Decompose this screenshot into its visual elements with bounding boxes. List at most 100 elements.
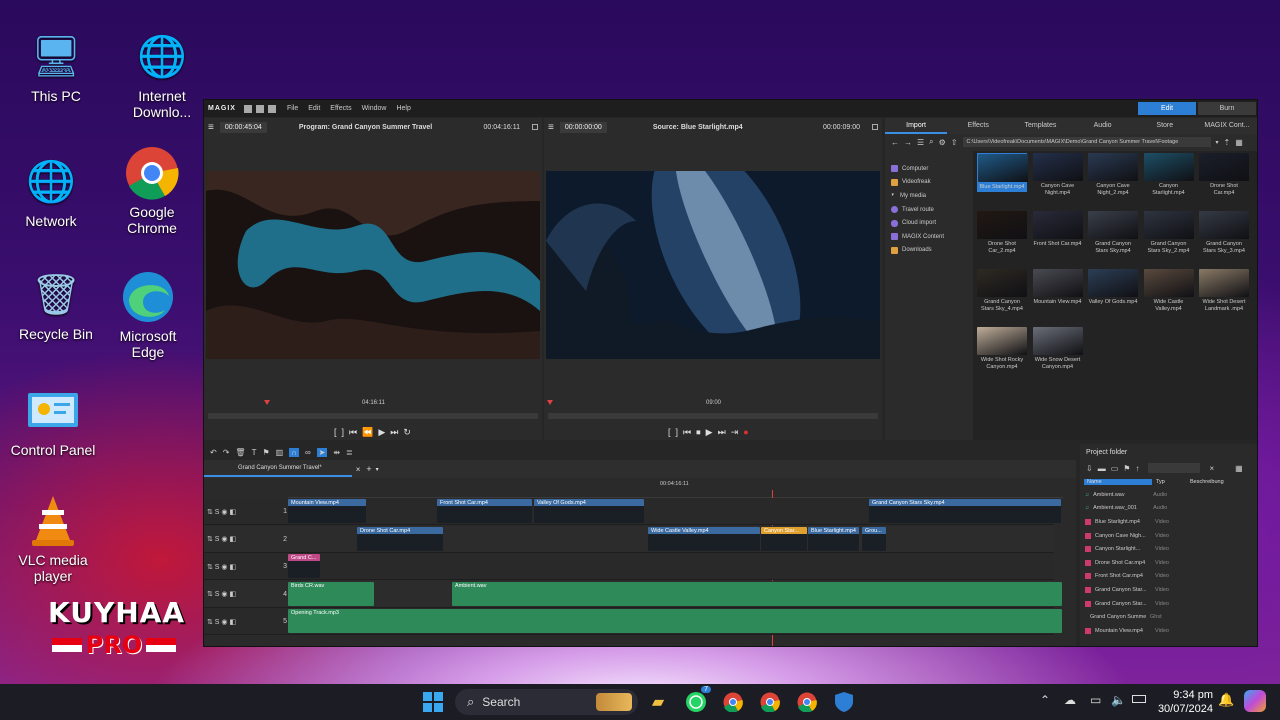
windows-start-icon[interactable]	[421, 690, 445, 714]
track-controls-icon[interactable]: ⇅ S ◉ ◧	[207, 508, 236, 516]
magnet-icon[interactable]: ∩	[289, 447, 299, 457]
save-file-icon[interactable]	[267, 104, 276, 113]
mark-out-icon[interactable]: ]	[342, 427, 345, 438]
track-header[interactable]: ⇅ S ◉ ◧ 4	[207, 581, 287, 608]
desktop-icon-microsoft-edge[interactable]: Microsoft Edge	[103, 270, 193, 360]
tab-templates[interactable]: Templates	[1009, 118, 1071, 134]
timeline-clip[interactable]: Grou...	[862, 526, 886, 551]
tree-item-downloads[interactable]: Downloads	[885, 244, 971, 258]
project-folder-row[interactable]: Drone Shot Car.mp4 Video	[1080, 556, 1257, 570]
undo-icon[interactable]: ↶	[210, 448, 217, 457]
track-header[interactable]: ⇅ S ◉ ◧ 2	[207, 526, 287, 553]
media-thumb[interactable]: Drone Shot Car_2.mp4	[977, 211, 1027, 255]
list-view-icon[interactable]: ☰	[917, 138, 924, 147]
col-name[interactable]: Name	[1084, 479, 1152, 485]
program-scrubber[interactable]	[208, 413, 538, 419]
mark-in-icon[interactable]: [	[668, 427, 671, 438]
hamburger-menu-icon[interactable]: ≡	[548, 122, 554, 133]
battery-icon[interactable]	[1132, 695, 1146, 703]
delete-icon[interactable]: 🗑	[235, 448, 245, 457]
tree-item-travel-route[interactable]: Travel route	[885, 203, 971, 217]
up-folder-icon[interactable]: ⇧	[951, 138, 958, 147]
project-folder-row[interactable]: Grand Canyon Summer ... Ghst	[1080, 610, 1257, 624]
project-folder-row[interactable]: Canyon Starlight... Video	[1080, 542, 1257, 556]
media-thumb[interactable]: Mountain View.mp4	[1032, 269, 1083, 306]
track-controls-icon[interactable]: ⇅ S ◉ ◧	[207, 618, 236, 626]
settings-gear-icon[interactable]: ⚙	[939, 138, 946, 147]
stop-icon[interactable]: ⏹	[696, 427, 701, 438]
close-tab-icon[interactable]: ×	[356, 465, 361, 474]
new-file-icon[interactable]	[243, 104, 252, 113]
clock[interactable]: 9:34 pm 30/07/2024	[1155, 688, 1213, 716]
menu-effects[interactable]: Effects	[325, 105, 356, 112]
chrome-profile-icon[interactable]	[758, 690, 782, 714]
source-scrubber[interactable]	[548, 413, 878, 419]
display-icon[interactable]: ▭	[1090, 693, 1101, 707]
media-thumb[interactable]: Canyon Cave Night.mp4	[1032, 153, 1083, 197]
desktop-icon-control-panel[interactable]: Control Panel	[8, 384, 98, 458]
show-hidden-icons-chevron[interactable]: ⌃	[1040, 693, 1050, 707]
clear-search-icon[interactable]: ×	[1209, 464, 1214, 473]
timeline-clip[interactable]: Drone Shot Car.mp4	[357, 526, 443, 551]
record-icon[interactable]: ●	[743, 427, 748, 438]
loop-icon[interactable]: ↻	[403, 427, 411, 438]
hamburger-menu-icon[interactable]: ≡	[208, 122, 214, 133]
col-type[interactable]: Typ	[1152, 479, 1186, 485]
mark-in-icon[interactable]: [	[334, 427, 337, 438]
taskbar-search-box[interactable]: ⌕ Search	[455, 689, 638, 715]
media-thumb[interactable]: Grand Canyon Stars Sky.mp4	[1088, 211, 1138, 255]
desktop-icon-this-pc[interactable]: 🖥 This PC	[11, 30, 101, 104]
play-icon[interactable]: ▶	[378, 427, 385, 438]
chrome-profile-2-icon[interactable]	[795, 690, 819, 714]
onedrive-cloud-icon[interactable]: ☁	[1064, 693, 1076, 707]
project-folder-row[interactable]: Blue Starlight.mp4 Video	[1080, 515, 1257, 529]
add-tab-icon[interactable]: +	[366, 464, 371, 474]
menu-file[interactable]: File	[282, 105, 303, 112]
rewind-icon[interactable]: ⏪	[362, 427, 373, 438]
tab-audio[interactable]: Audio	[1072, 118, 1134, 134]
mark-out-icon[interactable]: ]	[676, 427, 679, 438]
program-timecode-left[interactable]: 00:00:45:04	[219, 121, 267, 133]
media-thumb[interactable]: Blue Starlight.mp4	[977, 153, 1028, 192]
project-folder-row[interactable]: Grand Canyon Star... Video	[1080, 597, 1257, 611]
up-arrow-icon[interactable]: ↑	[1135, 464, 1139, 473]
project-tab[interactable]: Grand Canyon Summer Travel*	[204, 461, 352, 477]
mode-burn-button[interactable]: Burn	[1198, 102, 1256, 115]
insert-icon[interactable]: ⇥	[731, 427, 739, 438]
tree-item-magix-content[interactable]: MAGIX Content	[885, 230, 971, 244]
redo-icon[interactable]: ↷	[223, 448, 230, 457]
program-playhead-marker[interactable]	[264, 400, 270, 405]
tree-item-computer[interactable]: Computer	[885, 162, 971, 176]
play-icon[interactable]: ▶	[706, 427, 713, 438]
search-icon[interactable]: ⌕	[929, 137, 933, 147]
grid-view-icon[interactable]: ▦	[1235, 464, 1243, 473]
levels-icon[interactable]: ▥	[276, 448, 284, 457]
media-thumb[interactable]: Canyon Starlight.mp4	[1143, 153, 1194, 197]
timeline-clip[interactable]: Mountain View.mp4	[288, 499, 366, 523]
timeline-clip[interactable]: Valley Of Gods.mp4	[534, 499, 644, 523]
track-header[interactable]: ⇅ S ◉ ◧ 5	[207, 608, 287, 635]
media-thumb[interactable]: Wide Shot Rocky Canyon.mp4	[977, 327, 1027, 371]
chevron-down-icon[interactable]: ▾	[376, 466, 379, 473]
source-playhead-marker[interactable]	[547, 400, 553, 405]
pointer-tool-icon[interactable]: ➤	[316, 447, 328, 457]
file-explorer-icon[interactable]: ▰	[646, 690, 670, 714]
menu-window[interactable]: Window	[357, 105, 392, 112]
menu-help[interactable]: Help	[391, 105, 415, 112]
timeline-clip[interactable]: Blue Starlight.mp4	[808, 526, 859, 551]
source-timecode-left[interactable]: 00:00:00:00	[559, 121, 607, 133]
tree-item-videofreak[interactable]: Videofreak	[885, 176, 971, 190]
prev-marker-icon[interactable]: ⏮	[683, 427, 691, 438]
import-icon[interactable]: ⇩	[1086, 464, 1093, 473]
chevron-down-icon[interactable]: ▾	[1216, 139, 1219, 146]
media-thumb[interactable]: Grand Canyon Stars Sky_4.mp4	[977, 269, 1027, 313]
grid-view-icon[interactable]: ▦	[1235, 138, 1243, 147]
track-controls-icon[interactable]: ⇅ S ◉ ◧	[207, 590, 236, 598]
forward-arrow-icon[interactable]: →	[904, 138, 912, 147]
chrome-taskbar-icon[interactable]	[721, 690, 745, 714]
project-folder-row[interactable]: Mountain View.mp4 Video	[1080, 624, 1257, 638]
media-thumb[interactable]: Valley Of Gods.mp4	[1088, 269, 1138, 306]
timeline-clip[interactable]: Front Shot Car.mp4	[437, 499, 532, 523]
desktop-icon-internet-download-manager[interactable]: 🌐 Internet Downlo...	[117, 30, 207, 120]
track-header[interactable]: ⇅ S ◉ ◧ 1	[207, 498, 287, 525]
